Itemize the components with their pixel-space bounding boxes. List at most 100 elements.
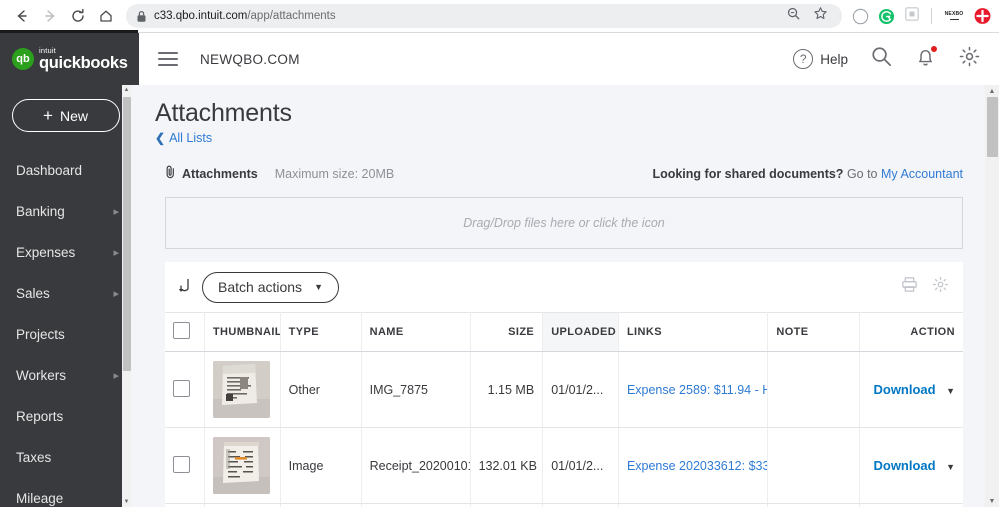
column-header-name[interactable]: NAME bbox=[361, 312, 471, 352]
sidebar-item-reports[interactable]: Reports bbox=[0, 396, 131, 437]
row-note-cell bbox=[767, 427, 860, 504]
column-header-uploaded[interactable]: UPLOADED▾ bbox=[542, 312, 619, 352]
help-button[interactable]: ? Help bbox=[793, 49, 848, 69]
moon-extension-icon[interactable] bbox=[852, 8, 869, 25]
row-select-cell bbox=[165, 427, 205, 504]
sidebar-item-mileage[interactable]: Mileage bbox=[0, 478, 131, 507]
row-links-cell[interactable]: Expense 2589: $11.94 - Ho bbox=[618, 351, 769, 428]
page-scrollbar[interactable]: ▲ ▼ bbox=[985, 85, 999, 507]
gear-icon[interactable] bbox=[932, 276, 949, 298]
breadcrumb[interactable]: ❮ All Lists bbox=[155, 131, 999, 145]
quickbooks-logo[interactable]: qb intuit quickbooks bbox=[0, 33, 139, 85]
attachment-thumbnail[interactable] bbox=[212, 361, 270, 418]
max-size-text: Maximum size: 20MB bbox=[274, 167, 395, 181]
sidebar-item-projects[interactable]: Projects bbox=[0, 314, 131, 355]
batch-actions-label: Batch actions bbox=[218, 279, 303, 295]
scroll-down-arrow-icon[interactable]: ▼ bbox=[985, 495, 999, 507]
qb-logo-mark: qb bbox=[12, 48, 34, 70]
new-button-label: New bbox=[59, 107, 88, 124]
chevron-down-icon: ▼ bbox=[314, 282, 323, 292]
chevron-down-icon[interactable]: ▼ bbox=[946, 462, 955, 472]
gear-icon[interactable] bbox=[958, 45, 981, 73]
my-accountant-link[interactable]: My Accountant bbox=[881, 167, 963, 181]
intuit-wordmark: intuit bbox=[39, 45, 57, 55]
row-checkbox[interactable] bbox=[173, 379, 190, 397]
nexbo-extension-icon[interactable]: NEXBO bbox=[943, 12, 965, 20]
box-extension-icon[interactable] bbox=[904, 6, 920, 27]
row-links-cell[interactable]: Expense 202033612: $336 bbox=[618, 427, 769, 504]
reload-button[interactable] bbox=[64, 2, 92, 30]
row-thumbnail-cell bbox=[204, 351, 281, 428]
row-checkbox[interactable] bbox=[173, 455, 190, 473]
sidebar-item-expenses[interactable]: Expenses ▸ bbox=[0, 232, 131, 273]
home-button[interactable] bbox=[92, 2, 120, 30]
row-note-cell bbox=[767, 503, 860, 507]
app-viewport: + New Dashboard Banking ▸ Expenses ▸ Sales… bbox=[0, 85, 999, 507]
sidebar-item-workers[interactable]: Workers ▸ bbox=[0, 355, 131, 396]
sidebar-item-sales[interactable]: Sales ▸ bbox=[0, 273, 131, 314]
attachment-thumbnail[interactable] bbox=[212, 437, 270, 494]
scrollbar-thumb[interactable] bbox=[987, 97, 998, 157]
back-button[interactable] bbox=[8, 2, 36, 30]
attachments-section-label: Attachments bbox=[164, 164, 258, 184]
chevron-right-icon: ▸ bbox=[113, 370, 119, 382]
chevron-right-icon: ▸ bbox=[113, 206, 119, 218]
chevron-down-icon[interactable]: ▼ bbox=[946, 386, 955, 396]
sidebar-item-banking[interactable]: Banking ▸ bbox=[0, 191, 131, 232]
table-row[interactable]: Other IMG_7875 1.15 MB 01/01/2... Expens… bbox=[165, 351, 963, 428]
search-icon[interactable] bbox=[870, 45, 893, 73]
plus-icon: + bbox=[43, 106, 53, 125]
question-mark-icon: ? bbox=[793, 49, 814, 69]
forward-button[interactable] bbox=[36, 2, 64, 30]
row-select-cell bbox=[165, 503, 205, 507]
scrollbar-thumb[interactable] bbox=[123, 97, 131, 371]
row-links-cell[interactable] bbox=[618, 503, 769, 507]
column-header-links[interactable]: LINKS bbox=[618, 312, 769, 352]
breadcrumb-label: All Lists bbox=[169, 131, 213, 145]
download-link[interactable]: Download bbox=[873, 458, 935, 473]
row-type-cell: Image bbox=[280, 503, 362, 507]
extensions-divider bbox=[931, 8, 932, 24]
hamburger-menu-icon[interactable] bbox=[158, 52, 178, 66]
row-note-cell bbox=[767, 351, 860, 428]
sidebar-item-label: Banking bbox=[16, 204, 65, 219]
table-row[interactable]: Image Receipt_202001010 132.01 KB 01/01/… bbox=[165, 427, 963, 504]
arrow-right-icon bbox=[45, 10, 55, 22]
scroll-up-arrow-icon[interactable]: ▲ bbox=[985, 85, 999, 97]
new-button[interactable]: + New bbox=[11, 99, 120, 132]
profile-avatar[interactable] bbox=[974, 8, 991, 25]
chevron-right-icon: ▸ bbox=[113, 247, 119, 259]
table-row[interactable]: Image Invoice_template 17.20 KB 02/15/2.… bbox=[165, 503, 963, 507]
file-dropzone[interactable]: Drag/Drop files here or click the icon bbox=[165, 197, 963, 249]
scroll-down-arrow-icon[interactable]: ▼ bbox=[122, 497, 131, 507]
sidebar-item-dashboard[interactable]: Dashboard bbox=[0, 150, 131, 191]
column-header-note[interactable]: NOTE bbox=[767, 312, 860, 352]
chevron-left-icon: ❮ bbox=[155, 131, 166, 145]
select-all-checkbox[interactable] bbox=[173, 322, 190, 339]
grammarly-extension-icon[interactable] bbox=[878, 8, 895, 25]
batch-actions-button[interactable]: Batch actions ▼ bbox=[202, 271, 339, 303]
sidebar-item-taxes[interactable]: Taxes bbox=[0, 437, 131, 478]
company-name[interactable]: NEWQBO.COM bbox=[200, 52, 300, 67]
sidebar-scrollbar[interactable]: ▲ ▼ bbox=[122, 85, 131, 507]
browser-extensions: NEXBO bbox=[846, 6, 991, 27]
zoom-search-icon[interactable] bbox=[786, 6, 801, 26]
star-icon[interactable] bbox=[813, 6, 828, 26]
reload-icon bbox=[72, 8, 84, 22]
attachments-table: THUMBNAIL TYPE NAME SIZE UPLOADED▾ LINKS… bbox=[165, 312, 963, 507]
column-header-thumbnail[interactable]: THUMBNAIL bbox=[204, 312, 281, 352]
column-header-size[interactable]: SIZE bbox=[470, 312, 544, 352]
scroll-up-arrow-icon[interactable]: ▲ bbox=[122, 85, 131, 95]
address-bar[interactable]: c33.qbo.intuit.com/app/attachments bbox=[126, 4, 842, 28]
printer-icon[interactable] bbox=[901, 276, 918, 298]
notification-badge bbox=[930, 44, 938, 53]
column-header-type[interactable]: TYPE bbox=[280, 312, 362, 352]
sidebar-item-label: Taxes bbox=[16, 450, 52, 465]
download-link[interactable]: Download bbox=[873, 382, 935, 397]
page-title: Attachments bbox=[155, 99, 292, 127]
notification-bell-button[interactable] bbox=[915, 44, 938, 73]
download-arrow-icon[interactable] bbox=[177, 276, 193, 299]
chevron-right-icon: ▸ bbox=[113, 288, 119, 300]
row-thumbnail-cell bbox=[204, 503, 281, 507]
sidebar-nav: + New Dashboard Banking ▸ Expenses ▸ Sales… bbox=[0, 85, 131, 507]
